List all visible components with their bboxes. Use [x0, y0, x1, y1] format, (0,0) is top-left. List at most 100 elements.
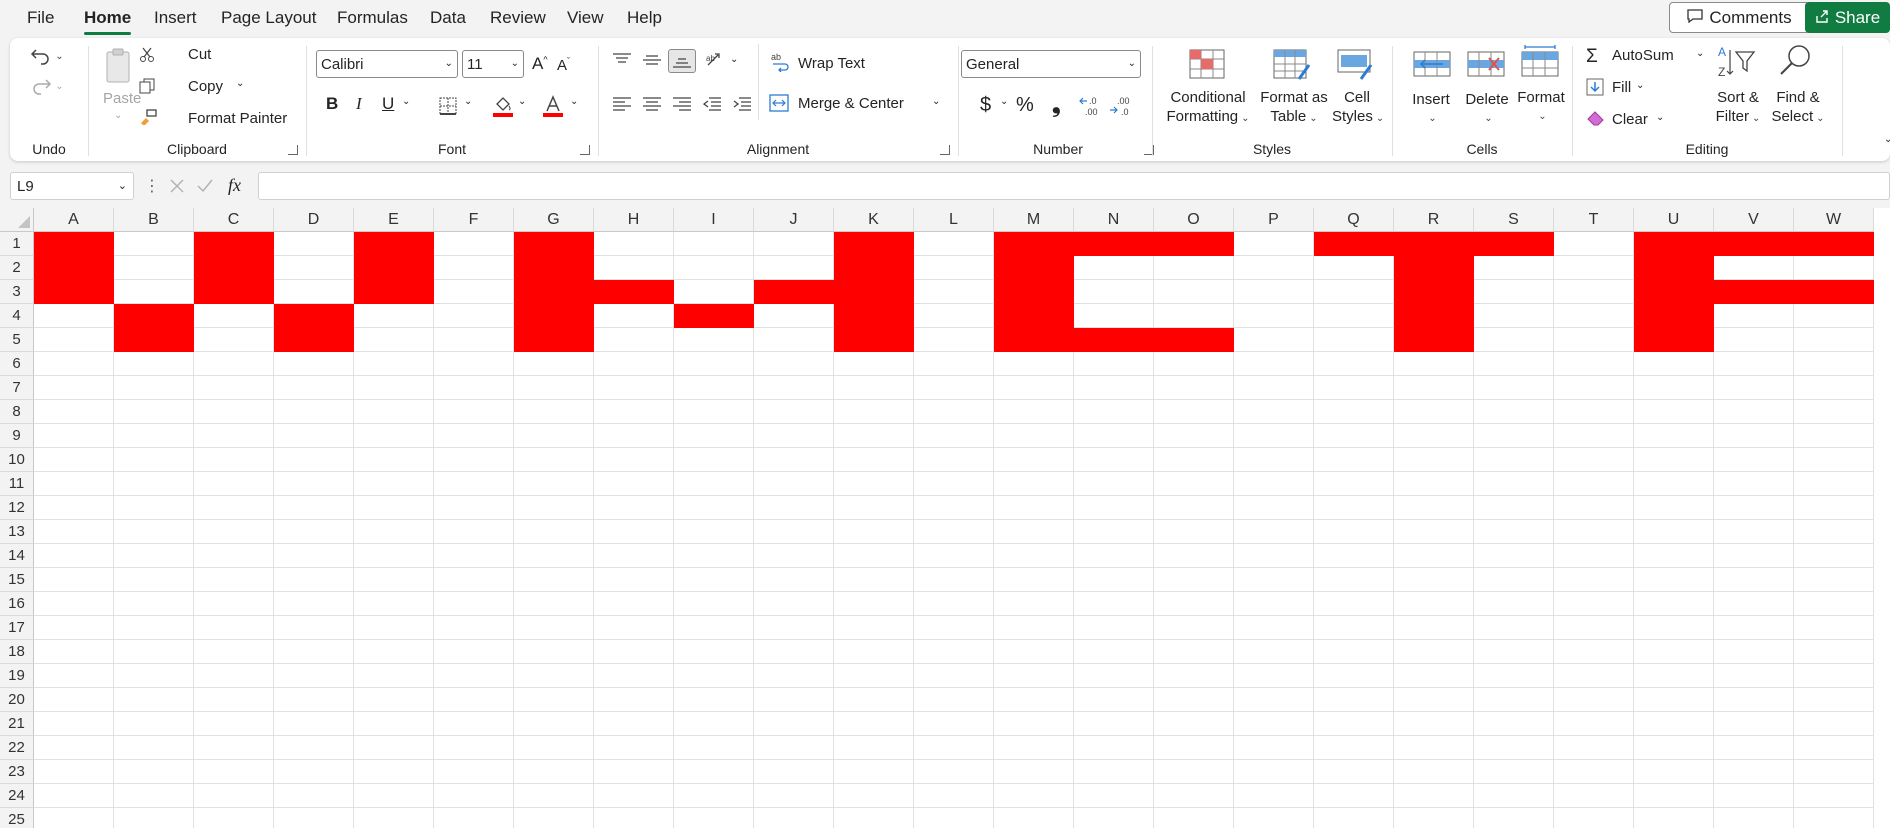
- cell-c3[interactable]: [194, 280, 274, 304]
- column-header-o[interactable]: O: [1154, 208, 1234, 232]
- row-header-11[interactable]: 11: [0, 472, 34, 496]
- cell-k5[interactable]: [834, 328, 914, 352]
- cell-m4[interactable]: [994, 304, 1074, 328]
- cell-b4[interactable]: [114, 304, 194, 328]
- row-header-20[interactable]: 20: [0, 688, 34, 712]
- autosum-chevron-icon[interactable]: ⌄: [1696, 48, 1704, 59]
- align-top-icon[interactable]: [612, 52, 632, 68]
- tab-insert[interactable]: Insert: [154, 8, 197, 28]
- cell-o1[interactable]: [1154, 232, 1234, 256]
- insert-cells-button[interactable]: Insert ⌄: [1406, 90, 1456, 128]
- paste-icon[interactable]: [104, 46, 132, 86]
- confirm-entry-icon[interactable]: [196, 177, 214, 195]
- cell-u5[interactable]: [1634, 328, 1714, 352]
- cell-r4[interactable]: [1394, 304, 1474, 328]
- format-painter-button[interactable]: Format Painter: [188, 110, 287, 127]
- share-button[interactable]: Share: [1805, 2, 1890, 33]
- delete-cells-button[interactable]: Delete ⌄: [1460, 90, 1514, 128]
- column-header-u[interactable]: U: [1634, 208, 1714, 232]
- column-header-k[interactable]: K: [834, 208, 914, 232]
- cell-w3[interactable]: [1794, 280, 1874, 304]
- row-header-9[interactable]: 9: [0, 424, 34, 448]
- cell-j3[interactable]: [754, 280, 834, 304]
- cell-i4[interactable]: [674, 304, 754, 328]
- fill-color-icon[interactable]: [492, 94, 514, 118]
- sort-filter-icon[interactable]: AZ: [1716, 44, 1756, 80]
- row-header-8[interactable]: 8: [0, 400, 34, 424]
- cell-u3[interactable]: [1634, 280, 1714, 304]
- underline-button[interactable]: U: [382, 94, 394, 114]
- column-header-v[interactable]: V: [1714, 208, 1794, 232]
- format-as-table-icon[interactable]: [1272, 48, 1312, 82]
- column-header-j[interactable]: J: [754, 208, 834, 232]
- borders-icon[interactable]: [438, 96, 458, 116]
- merge-center-chevron-icon[interactable]: ⌄: [932, 96, 940, 107]
- currency-button[interactable]: $: [980, 94, 991, 117]
- column-header-q[interactable]: Q: [1314, 208, 1394, 232]
- sort-filter-button[interactable]: Sort & Filter ⌄: [1710, 88, 1766, 128]
- cell-o5[interactable]: [1154, 328, 1234, 352]
- ribbon-options-chevron-icon[interactable]: ⌄: [1884, 134, 1890, 145]
- wrap-text-button[interactable]: Wrap Text: [798, 55, 865, 72]
- redo-icon[interactable]: ⌄: [27, 74, 67, 98]
- cell-u1[interactable]: [1634, 232, 1714, 256]
- font-color-icon[interactable]: [542, 94, 564, 118]
- font-name-dropdown[interactable]: Calibri ⌄: [316, 50, 458, 78]
- cell-b5[interactable]: [114, 328, 194, 352]
- row-header-13[interactable]: 13: [0, 520, 34, 544]
- column-header-f[interactable]: F: [434, 208, 514, 232]
- font-launcher-icon[interactable]: [580, 145, 590, 155]
- spreadsheet-grid[interactable]: ABCDEFGHIJKLMNOPQRSTUVW 1 2 3 4 5 6 7 8 9 10 11 12 1…: [0, 208, 1890, 828]
- cell-k3[interactable]: [834, 280, 914, 304]
- tab-view[interactable]: View: [567, 8, 604, 28]
- cell-e3[interactable]: [354, 280, 434, 304]
- currency-chevron-icon[interactable]: ⌄: [1000, 96, 1008, 107]
- row-header-10[interactable]: 10: [0, 448, 34, 472]
- cell-v3[interactable]: [1714, 280, 1794, 304]
- tab-file[interactable]: File: [27, 8, 54, 28]
- row-header-19[interactable]: 19: [0, 664, 34, 688]
- cell-m5[interactable]: [994, 328, 1074, 352]
- cell-h3[interactable]: [594, 280, 674, 304]
- row-header-25[interactable]: 25: [0, 808, 34, 828]
- row-header-17[interactable]: 17: [0, 616, 34, 640]
- column-header-r[interactable]: R: [1394, 208, 1474, 232]
- row-header-21[interactable]: 21: [0, 712, 34, 736]
- column-header-e[interactable]: E: [354, 208, 434, 232]
- cell-e2[interactable]: [354, 256, 434, 280]
- find-select-icon[interactable]: [1776, 42, 1814, 80]
- clear-button[interactable]: Clear: [1612, 111, 1648, 128]
- paste-chevron-icon[interactable]: ⌄: [114, 110, 122, 121]
- column-header-l[interactable]: L: [914, 208, 994, 232]
- cell-g2[interactable]: [514, 256, 594, 280]
- align-right-icon[interactable]: [672, 96, 692, 112]
- cell-g1[interactable]: [514, 232, 594, 256]
- row-header-14[interactable]: 14: [0, 544, 34, 568]
- cell-m1[interactable]: [994, 232, 1074, 256]
- cell-r2[interactable]: [1394, 256, 1474, 280]
- name-box-chevron-icon[interactable]: ⌄: [118, 179, 127, 192]
- select-all-corner[interactable]: [0, 208, 34, 232]
- row-header-24[interactable]: 24: [0, 784, 34, 808]
- cell-n5[interactable]: [1074, 328, 1154, 352]
- row-header-15[interactable]: 15: [0, 568, 34, 592]
- font-size-dropdown[interactable]: 11 ⌄: [462, 50, 524, 78]
- fill-chevron-icon[interactable]: ⌄: [1636, 80, 1644, 91]
- cell-styles-button[interactable]: Cell Styles ⌄: [1332, 88, 1384, 128]
- row-header-22[interactable]: 22: [0, 736, 34, 760]
- fill-button[interactable]: Fill: [1612, 79, 1631, 96]
- cell-s1[interactable]: [1474, 232, 1554, 256]
- conditional-formatting-button[interactable]: Conditional Formatting ⌄: [1160, 88, 1256, 128]
- delete-cells-icon[interactable]: [1466, 48, 1506, 80]
- column-header-w[interactable]: W: [1794, 208, 1874, 232]
- fill-color-chevron-icon[interactable]: ⌄: [518, 96, 526, 107]
- number-format-dropdown[interactable]: General ⌄: [961, 50, 1141, 78]
- find-select-button[interactable]: Find & Select ⌄: [1770, 88, 1826, 128]
- cell-k1[interactable]: [834, 232, 914, 256]
- tab-data[interactable]: Data: [430, 8, 466, 28]
- cut-button[interactable]: Cut: [188, 46, 211, 63]
- clear-chevron-icon[interactable]: ⌄: [1656, 112, 1664, 123]
- column-header-s[interactable]: S: [1474, 208, 1554, 232]
- cell-g3[interactable]: [514, 280, 594, 304]
- comments-button[interactable]: Comments: [1669, 2, 1810, 33]
